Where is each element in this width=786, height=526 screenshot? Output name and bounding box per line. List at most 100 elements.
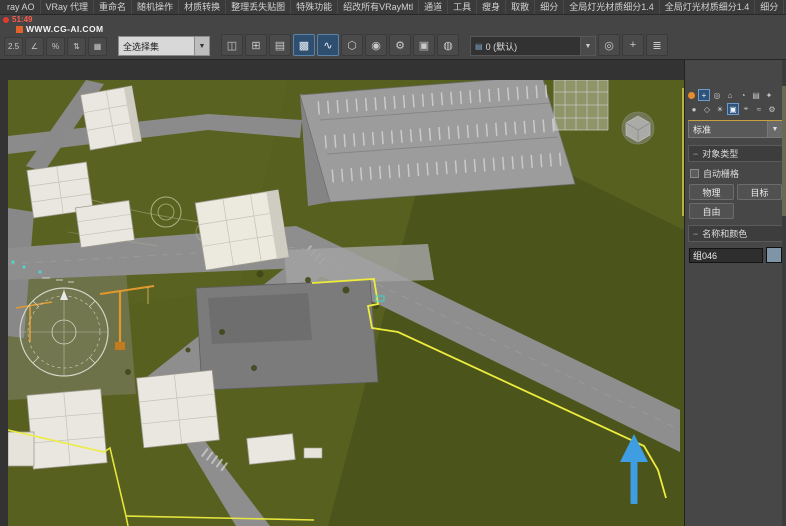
target-camera-button[interactable]: 目标 — [737, 184, 782, 200]
menu-item[interactable]: 细分 — [535, 0, 564, 14]
compass — [20, 288, 108, 376]
menu-item[interactable]: 通道 — [419, 0, 448, 14]
camera-type-value: 标准 — [693, 123, 711, 136]
snap-toggle-icon[interactable]: 2.5 — [4, 37, 23, 56]
menu-item[interactable]: VRay 代理 — [41, 0, 95, 14]
rollout-name-color-label: 名称和颜色 — [702, 227, 747, 240]
tab-create[interactable]: + — [698, 89, 710, 101]
physical-camera-button[interactable]: 物理 — [689, 184, 734, 200]
cat-helpers-icon[interactable]: ⌖ — [740, 103, 752, 115]
layer-list-icon: ▤ — [475, 42, 483, 51]
menu-item[interactable]: 瘦身 — [477, 0, 506, 14]
menu-item[interactable]: 特殊功能 — [291, 0, 338, 14]
panel-scrollbar[interactable] — [782, 60, 786, 526]
menu-bar: ray AO VRay 代理 重命名 随机操作 材质转换 整理丢失贴图 特殊功能… — [0, 0, 786, 15]
building[interactable] — [137, 370, 220, 448]
cat-shapes-icon[interactable]: ◇ — [701, 103, 713, 115]
tab-display[interactable]: ▤ — [750, 89, 762, 101]
rollout-name-color[interactable]: − 名称和颜色 — [688, 225, 783, 242]
free-camera-button[interactable]: 自由 — [689, 203, 734, 219]
panel-tabs: + ◎ ⌂ ◔ ▤ ✦ — [688, 89, 783, 101]
collapse-icon: − — [693, 229, 698, 239]
menu-item[interactable]: 取散 — [506, 0, 535, 14]
building[interactable] — [81, 86, 142, 150]
watermark-logo-icon — [16, 26, 23, 33]
cat-geometry-icon[interactable]: ● — [688, 103, 700, 115]
isolate-icon[interactable]: ◎ — [598, 34, 620, 56]
panel-scrollbar-thumb[interactable] — [782, 86, 786, 216]
autogrid-label: 自动栅格 — [703, 167, 739, 180]
menu-item[interactable]: 随机操作 — [132, 0, 179, 14]
rendered-frame-icon[interactable]: ▣ — [413, 34, 435, 56]
graphite-icon[interactable]: ▩ — [293, 34, 315, 56]
menu-item[interactable]: 绍改所有VRayMtl — [338, 0, 419, 14]
autogrid-row: 自动栅格 — [690, 167, 781, 180]
spinner-snap-icon[interactable]: ⇅ — [67, 37, 86, 56]
curve-editor-icon[interactable]: ∿ — [317, 34, 339, 56]
layer-value: 0 (默认) — [486, 40, 518, 53]
render-icon[interactable]: ◍ — [437, 34, 459, 56]
menu-item[interactable]: 重命名 — [94, 0, 132, 14]
tab-motion[interactable]: ◔ — [737, 89, 749, 101]
parking-lot[interactable] — [300, 80, 575, 202]
tab-hierarchy[interactable]: ⌂ — [724, 89, 736, 101]
menu-item[interactable]: 整理丢失贴图 — [226, 0, 291, 14]
object-color-swatch[interactable] — [766, 247, 782, 263]
mirror-icon[interactable]: ◫ — [221, 34, 243, 56]
watermark-text: WWW.CG-AI.COM — [26, 24, 103, 34]
viewport[interactable] — [0, 60, 684, 526]
recorder-time: 51:49 — [12, 15, 32, 24]
add-icon[interactable]: + — [622, 34, 644, 56]
angle-snap-icon[interactable]: ∠ — [25, 37, 44, 56]
camera-type-dropdown[interactable]: 标准 ▼ — [688, 120, 783, 138]
main-toolbar: 51:49 WWW.CG-AI.COM 2.5 ∠ % ⇅ ▦ 全选择集 ▼ ◫… — [0, 15, 786, 60]
record-dot-icon — [3, 17, 9, 23]
schematic-view-icon[interactable]: ⬡ — [341, 34, 363, 56]
menu-item[interactable]: 全局灯光材质细分1.4 — [660, 0, 756, 14]
cat-cameras-icon[interactable]: ▣ — [727, 103, 739, 115]
object-name-input[interactable]: 组046 — [689, 248, 763, 263]
cat-spacewarps-icon[interactable]: ≈ — [753, 103, 765, 115]
cat-lights-icon[interactable]: ☀ — [714, 103, 726, 115]
align-icon[interactable]: ⊞ — [245, 34, 267, 56]
chevron-down-icon[interactable]: ▼ — [767, 121, 782, 137]
viewport-canvas[interactable] — [8, 80, 684, 526]
building[interactable] — [8, 432, 34, 466]
menu-item[interactable]: 全局灯光材质细分1.4 — [564, 0, 660, 14]
layer-manager-icon[interactable]: ▤ — [269, 34, 291, 56]
menu-item[interactable]: 细分 — [755, 0, 784, 14]
manage-icon[interactable]: ≣ — [646, 34, 668, 56]
chevron-down-icon[interactable]: ▼ — [580, 37, 595, 55]
render-setup-icon[interactable]: ⚙ — [389, 34, 411, 56]
recorder-overlay: 51:49 — [3, 15, 32, 24]
panel-categories: ● ◇ ☀ ▣ ⌖ ≈ ⚙ — [688, 103, 783, 115]
menu-item[interactable]: 材质转换 — [179, 0, 226, 14]
building[interactable] — [247, 434, 295, 465]
command-panel: + ◎ ⌂ ◔ ▤ ✦ ● ◇ ☀ ▣ ⌖ ≈ ⚙ 标准 ▼ − 对象类型 自动… — [684, 60, 786, 526]
building[interactable] — [195, 190, 289, 270]
named-selection-icon[interactable]: ▦ — [88, 37, 107, 56]
building[interactable] — [27, 389, 107, 469]
autogrid-checkbox[interactable] — [690, 169, 699, 178]
watermark: WWW.CG-AI.COM — [16, 24, 103, 34]
menu-item[interactable]: ray AO — [2, 0, 41, 14]
menu-item[interactable]: 工具 — [448, 0, 477, 14]
building[interactable] — [304, 448, 322, 458]
collapse-icon: − — [693, 149, 698, 159]
rollout-object-type-label: 对象类型 — [702, 147, 738, 160]
rollout-object-type[interactable]: − 对象类型 — [688, 145, 783, 162]
object-type-buttons: 物理 目标 自由 — [688, 183, 783, 220]
layer-dropdown[interactable]: ▤ 0 (默认) ▼ — [470, 36, 596, 56]
chevron-down-icon[interactable]: ▼ — [194, 37, 209, 55]
percent-snap-icon[interactable]: % — [46, 37, 65, 56]
selection-set-dropdown[interactable]: 全选择集 ▼ — [118, 36, 210, 56]
selection-set-value: 全选择集 — [123, 40, 159, 53]
tab-utilities[interactable]: ✦ — [763, 89, 775, 101]
building[interactable] — [75, 200, 134, 247]
material-editor-icon[interactable]: ◉ — [365, 34, 387, 56]
name-color-row: 组046 — [689, 247, 782, 263]
cat-systems-icon[interactable]: ⚙ — [766, 103, 778, 115]
tab-modify[interactable]: ◎ — [711, 89, 723, 101]
view-cube-gizmo[interactable] — [622, 112, 654, 144]
scaffold-tower[interactable] — [554, 80, 608, 130]
